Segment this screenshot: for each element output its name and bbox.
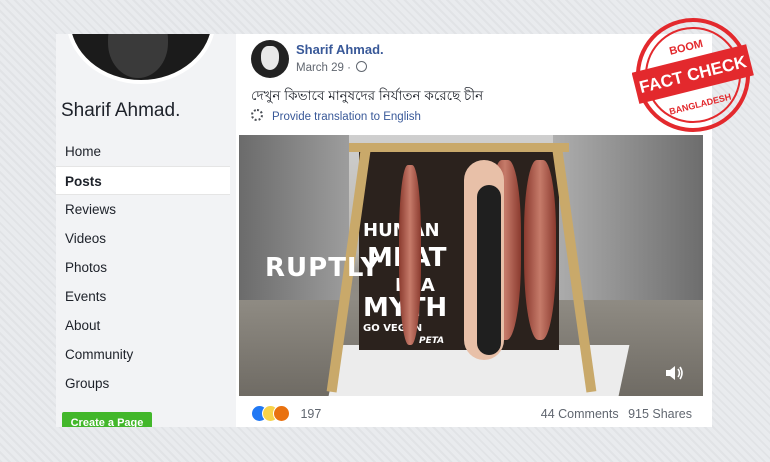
facebook-page-frame: Sharif Ahmad. Home Posts Reviews Videos …	[56, 34, 712, 427]
nav-item-events[interactable]: Events	[56, 282, 230, 311]
profile-picture[interactable]	[66, 34, 216, 84]
post-stats: 44 Comments 915 Shares	[535, 407, 692, 421]
nav-item-community[interactable]: Community	[56, 340, 230, 369]
video-carcass-3	[399, 165, 421, 345]
angry-icon	[273, 405, 290, 423]
video-frame-bar	[349, 143, 569, 152]
nav-item-photos[interactable]: Photos	[56, 253, 230, 282]
globe-icon	[356, 61, 368, 72]
nav-item-videos[interactable]: Videos	[56, 224, 230, 253]
comments-count[interactable]: 44 Comments	[541, 407, 619, 421]
page-name[interactable]: Sharif Ahmad.	[61, 100, 180, 122]
nav-item-home[interactable]: Home	[56, 137, 230, 166]
translation-link[interactable]: Provide translation to English	[251, 109, 421, 123]
post-date-text[interactable]: March 29 ·	[296, 62, 351, 74]
nav-item-posts[interactable]: Posts	[56, 166, 230, 195]
reaction-summary[interactable]: 197	[251, 405, 321, 423]
nav-item-reviews[interactable]: Reviews	[56, 195, 230, 224]
post-author[interactable]: Sharif Ahmad.	[296, 42, 384, 57]
fact-check-stamp: FACT CHECK BOOM BANGLADESH	[631, 14, 754, 136]
stamp-text-bottom: BANGLADESH	[668, 92, 732, 117]
shares-count[interactable]: 915 Shares	[628, 407, 692, 421]
post-text: দেখুন কিভাবে মানুষদের নির্যাতন করেছে চীন	[251, 88, 484, 103]
create-page-button[interactable]: Create a Page	[62, 412, 152, 427]
gear-icon	[251, 109, 263, 121]
author-avatar[interactable]	[251, 40, 289, 78]
video-person-standing	[477, 185, 501, 355]
page-sidebar: Sharif Ahmad. Home Posts Reviews Videos …	[56, 34, 236, 427]
video-watermark: RUPTLY	[265, 253, 381, 283]
banner-text-peta: PETA	[419, 336, 445, 346]
reaction-count[interactable]: 197	[300, 407, 321, 421]
stamp-graphic: FACT CHECK BOOM BANGLADESH	[631, 18, 754, 132]
speaker-icon[interactable]	[663, 362, 685, 384]
translation-label[interactable]: Provide translation to English	[272, 111, 421, 123]
video-carcass-2	[524, 160, 556, 340]
stamp-text-top: BOOM	[668, 38, 704, 58]
post-timestamp[interactable]: March 29 ·	[296, 61, 368, 74]
post-video[interactable]: HUMAN MEAT IS A MYTH GO VEGAN PETA RUPTL…	[239, 135, 703, 396]
nav-item-groups[interactable]: Groups	[56, 369, 230, 398]
page-nav: Home Posts Reviews Videos Photos Events …	[56, 137, 230, 398]
nav-item-about[interactable]: About	[56, 311, 230, 340]
